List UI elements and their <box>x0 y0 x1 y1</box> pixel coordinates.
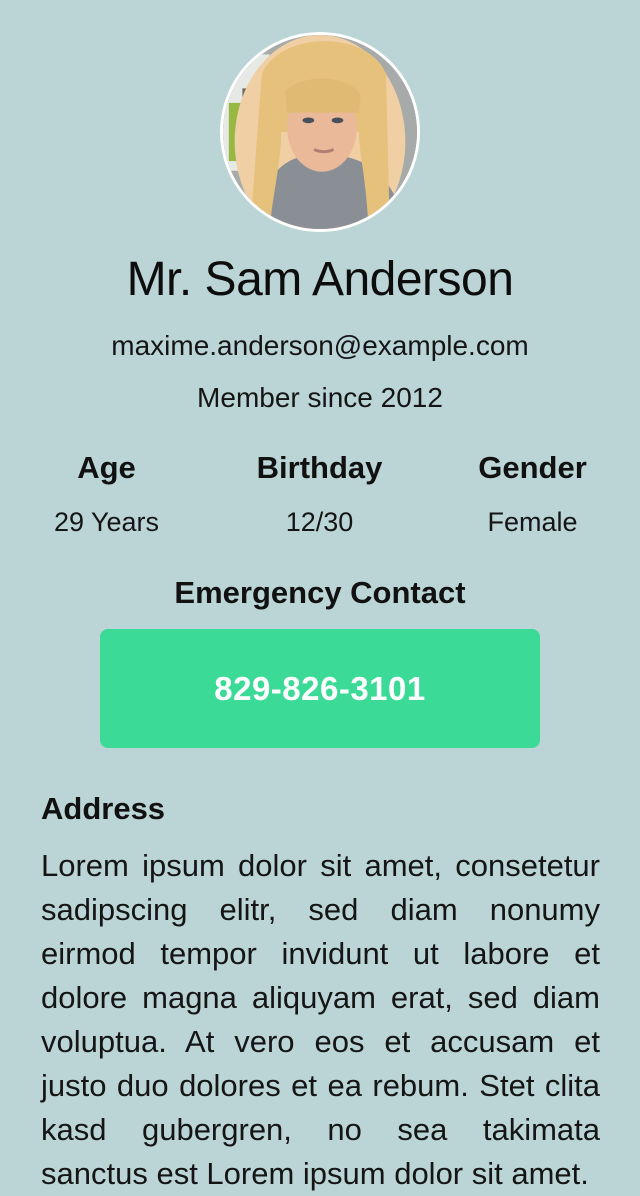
emergency-contact-title: Emergency Contact <box>174 575 466 610</box>
stat-gender-label: Gender <box>478 450 587 485</box>
stat-age: Age 29 Years <box>0 446 213 540</box>
stat-age-label: Age <box>77 450 136 485</box>
profile-email: maxime.anderson@example.com <box>111 330 529 361</box>
address-title: Address <box>41 791 166 826</box>
stat-gender: Gender Female <box>426 446 639 540</box>
member-since: Member since 2012 <box>197 382 443 413</box>
stat-birthday-value: 12/30 <box>285 507 354 537</box>
stat-birthday-label: Birthday <box>256 450 383 485</box>
avatar <box>220 32 420 232</box>
stat-gender-value: Female <box>487 507 578 537</box>
stat-birthday: Birthday 12/30 <box>213 446 426 540</box>
stat-age-value: 29 Years <box>53 507 160 537</box>
address-text: Lorem ipsum dolor sit amet, consetetur s… <box>41 848 600 1191</box>
profile-photo <box>223 35 417 229</box>
profile-stats: Age 29 Years Birthday 12/30 Gender Femal… <box>0 446 640 546</box>
emergency-phone-button[interactable]: 829-826-3101 <box>100 629 540 748</box>
profile-name: Mr. Sam Anderson <box>126 253 514 306</box>
